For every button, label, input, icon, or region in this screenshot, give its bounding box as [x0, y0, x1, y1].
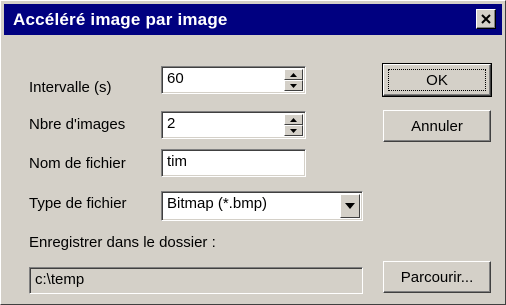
interval-label: Intervalle (s) [29, 79, 112, 96]
filename-label: Nom de fichier [29, 155, 126, 172]
folder-label: Enregistrer dans le dossier : [29, 234, 216, 251]
count-input[interactable]: 2 [167, 115, 175, 132]
filetype-selected-value[interactable]: Bitmap (*.bmp) [167, 195, 267, 212]
browse-button[interactable]: Parcourir... [383, 261, 491, 293]
arrow-up-icon [290, 118, 297, 122]
window-title: Accéléré image par image [13, 10, 228, 29]
filename-input[interactable]: tim [167, 153, 187, 170]
filetype-dropdown-button[interactable] [340, 194, 360, 218]
arrow-up-icon [290, 73, 297, 77]
ok-button-label: OK [426, 72, 448, 89]
count-label: Nbre d'images [29, 116, 126, 133]
dialog-window: Accéléré image par image Intervalle (s) … [0, 0, 506, 305]
close-icon [481, 14, 491, 24]
close-button[interactable] [476, 9, 496, 29]
count-spinner[interactable] [284, 114, 303, 136]
interval-spin-down-button[interactable] [284, 80, 303, 91]
interval-spin-up-button[interactable] [284, 69, 303, 80]
interval-input[interactable]: 60 [167, 70, 184, 87]
chevron-down-icon [345, 203, 355, 209]
filename-field[interactable]: tim [161, 149, 306, 177]
ok-button[interactable]: OK [382, 63, 492, 97]
count-spin-up-button[interactable] [284, 114, 303, 125]
cancel-button[interactable]: Annuler [383, 110, 491, 142]
interval-spinbox[interactable]: 60 [161, 66, 306, 94]
folder-path-value: c:\temp [35, 271, 85, 288]
interval-spinner[interactable] [284, 69, 303, 91]
title-bar[interactable]: Accéléré image par image [4, 4, 502, 35]
filetype-select[interactable]: Bitmap (*.bmp) [161, 191, 363, 221]
count-spin-down-button[interactable] [284, 125, 303, 136]
count-spinbox[interactable]: 2 [161, 111, 306, 139]
cancel-button-label: Annuler [411, 118, 463, 135]
browse-button-label: Parcourir... [400, 269, 474, 286]
folder-path-field[interactable]: c:\temp [29, 267, 363, 294]
arrow-down-icon [290, 129, 297, 133]
arrow-down-icon [290, 84, 297, 88]
filetype-label: Type de fichier [29, 195, 127, 212]
